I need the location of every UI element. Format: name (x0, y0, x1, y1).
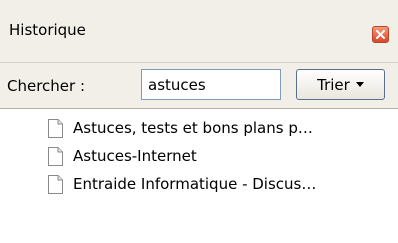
list-item[interactable]: Astuces, tests et bons plans p… (47, 117, 392, 139)
list-item-label: Entraide Informatique - Discus… (73, 175, 317, 193)
list-item-label: Astuces-Internet (73, 147, 197, 165)
close-button[interactable] (372, 26, 389, 43)
page-icon (48, 146, 63, 166)
history-sidebar: Historique Chercher : Trier Astuces, tes… (0, 0, 398, 243)
page-icon (48, 174, 63, 194)
search-bar: Chercher : Trier (0, 62, 398, 109)
sort-button[interactable]: Trier (296, 69, 385, 100)
list-item[interactable]: Astuces-Internet (47, 145, 392, 167)
list-item-label: Astuces, tests et bons plans p… (73, 119, 313, 137)
history-list: Astuces, tests et bons plans p… Astuces-… (0, 109, 398, 243)
chevron-down-icon (355, 82, 364, 87)
search-label: Chercher : (7, 77, 86, 95)
list-item[interactable]: Entraide Informatique - Discus… (47, 173, 392, 195)
sidebar-header: Historique (0, 0, 398, 62)
close-icon (376, 30, 385, 39)
search-input[interactable] (141, 69, 281, 100)
page-icon (48, 118, 63, 138)
sidebar-title: Historique (9, 21, 86, 39)
sort-button-label: Trier (317, 75, 350, 94)
